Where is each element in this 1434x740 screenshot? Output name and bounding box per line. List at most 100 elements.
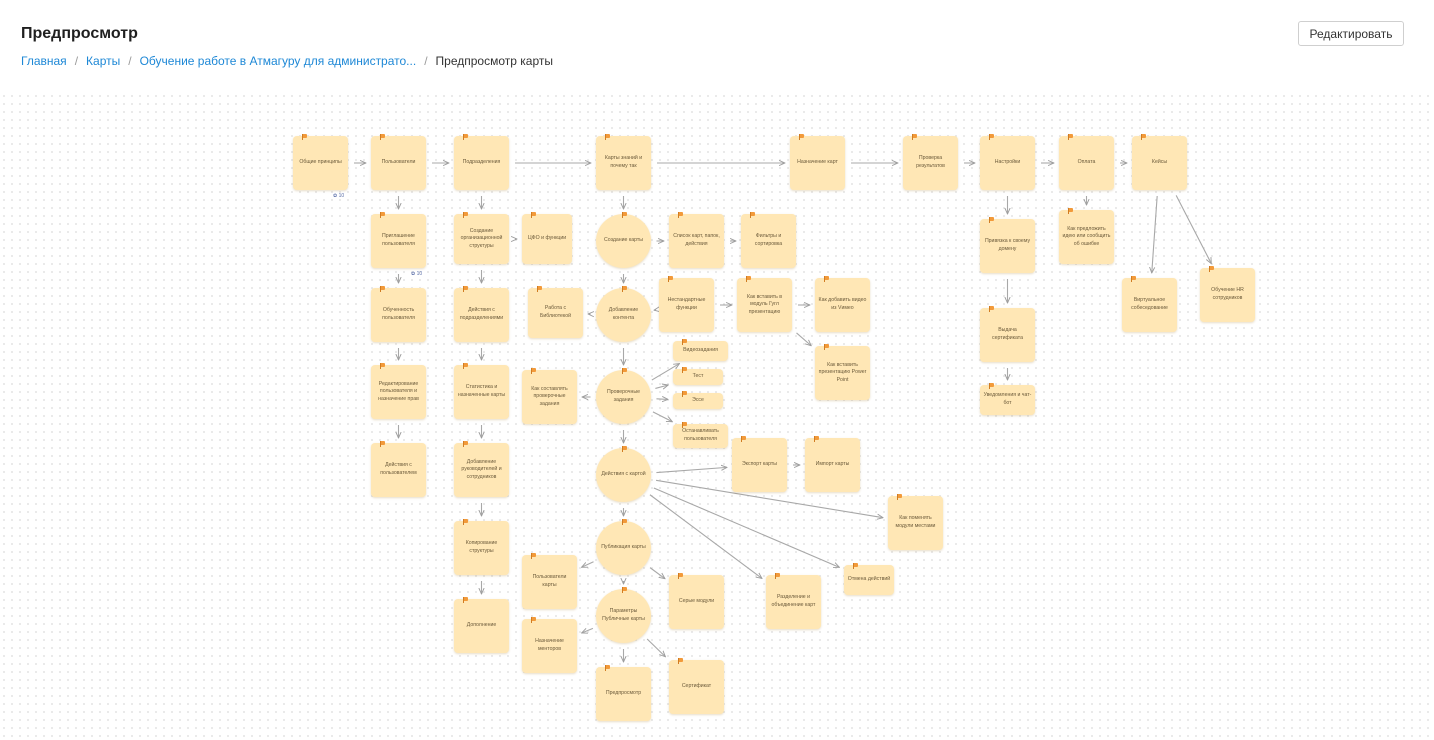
node-add-video[interactable]: Как добавить видео из Vимео — [815, 278, 870, 332]
node-add-managers[interactable]: Добавление руководителей и сотрудников — [454, 443, 509, 497]
node-export-map[interactable]: Экспорт карты — [732, 438, 787, 492]
node-filters[interactable]: Фильтры и сортировка — [741, 214, 796, 268]
node-label: Привязка к своему домену — [984, 238, 1031, 252]
breadcrumb-maps[interactable]: Карты — [86, 54, 120, 68]
node-essay[interactable]: Эссе — [673, 393, 723, 409]
node-label: Сертификат — [681, 683, 712, 690]
node-issue-cert[interactable]: Выдача сертификата — [980, 308, 1035, 362]
node-custom-funcs[interactable]: Нестандартные функции — [659, 278, 714, 332]
node-label: Эссе — [692, 397, 704, 404]
node-grey-modules[interactable]: Серые модули — [669, 575, 724, 629]
node-assign-map[interactable]: Назначение карт — [790, 136, 845, 190]
flag-icon — [531, 617, 536, 623]
node-label: Кейсы — [1151, 159, 1168, 166]
node-divisions[interactable]: Подразделения — [454, 136, 509, 190]
flag-icon — [1068, 134, 1073, 140]
node-label: Выдача сертификата — [991, 327, 1024, 341]
node-map-actions[interactable]: Действия с картой — [596, 448, 651, 502]
node-general[interactable]: Общие принципы — [293, 136, 348, 190]
breadcrumb-separator: / — [74, 54, 79, 68]
flag-icon — [380, 212, 385, 218]
node-virtual-interview[interactable]: Виртуальное собеседование — [1122, 278, 1177, 332]
flag-icon — [824, 344, 829, 350]
breadcrumb-current: Предпросмотр карты — [435, 54, 553, 68]
node-stats[interactable]: Статистика и назначенные карты — [454, 365, 509, 419]
node-test[interactable]: Тест — [673, 369, 723, 385]
node-publish-map[interactable]: Публикация карты — [596, 521, 651, 575]
node-label: Добавление контента — [608, 307, 639, 321]
edit-button[interactable]: Редактировать — [1298, 21, 1404, 46]
breadcrumb-home[interactable]: Главная — [21, 54, 67, 68]
node-copy-struct[interactable]: Копирование структуры — [454, 521, 509, 575]
node-insert-pp[interactable]: Как вставить презентацию Power Point — [815, 346, 870, 400]
rating-badge: ✿ 10 — [411, 271, 423, 277]
node-division-actions[interactable]: Действия с подразделениями — [454, 288, 509, 342]
flag-icon — [621, 212, 627, 218]
page-title: Предпросмотр — [21, 25, 138, 42]
breadcrumb-separator: / — [424, 54, 428, 68]
node-label: Работа с Библиотекой — [539, 305, 572, 319]
node-label: Пользователи карты — [532, 574, 567, 588]
node-map-users[interactable]: Пользователи карты — [522, 555, 577, 609]
node-hr-training[interactable]: Обучение HR сотрудников — [1200, 268, 1255, 322]
node-label: Параметры Публичные карты — [602, 608, 645, 622]
flag-icon — [380, 441, 385, 447]
node-list-maps[interactable]: Список карт, папок, действия — [669, 214, 724, 268]
node-create-map[interactable]: Создание карты — [596, 214, 651, 268]
node-extra[interactable]: Дополнение — [454, 599, 509, 653]
flag-icon — [463, 286, 468, 292]
node-maps-why[interactable]: Карты знаний и почему так — [596, 136, 651, 190]
node-edit-user[interactable]: Редактирование пользователя и назначение… — [371, 365, 426, 419]
node-check-results[interactable]: Проверка результатов — [903, 136, 958, 190]
flag-icon — [678, 658, 683, 664]
node-undo[interactable]: Отмена действий — [844, 565, 894, 595]
node-user-training[interactable]: Обученность пользователя — [371, 288, 426, 342]
node-bind-domain[interactable]: Привязка к своему домену — [980, 219, 1035, 273]
node-create-org[interactable]: Создание организационной структуры — [454, 214, 509, 264]
node-label: Оплата — [1077, 159, 1096, 166]
node-payment[interactable]: Оплата — [1059, 136, 1114, 190]
node-label: Как вставить в модуль Гугл презентацию — [746, 293, 783, 315]
node-notify-bot[interactable]: Уведомления и чат-бот — [980, 385, 1035, 415]
flag-icon — [750, 212, 755, 218]
node-label: Нестандартные функции — [667, 297, 706, 311]
node-public-params[interactable]: Параметры Публичные карты — [596, 589, 651, 643]
node-certificate[interactable]: Сертификат — [669, 660, 724, 714]
rating-badge: ✿ 10 — [333, 193, 345, 199]
node-library[interactable]: Работа с Библиотекой — [528, 288, 583, 338]
node-cases[interactable]: Кейсы — [1132, 136, 1187, 190]
breadcrumb-course[interactable]: Обучение работе в Атмагуру для администр… — [140, 54, 417, 68]
flag-icon — [463, 363, 468, 369]
node-label: Действия с подразделениями — [459, 307, 504, 321]
node-swap-modules[interactable]: Как поменять модули местами — [888, 496, 943, 550]
node-insert-ppt[interactable]: Как вставить в модуль Гугл презентацию — [737, 278, 792, 332]
node-label: Как добавить видео из Vимео — [818, 297, 867, 311]
node-settings[interactable]: Настройки — [980, 136, 1035, 190]
node-add-content[interactable]: Добавление контента — [596, 288, 651, 342]
flag-icon — [668, 276, 673, 282]
node-suggest-idea[interactable]: Как предложить идею или сообщить об ошиб… — [1059, 210, 1114, 264]
node-label: Как предложить идею или сообщить об ошиб… — [1062, 225, 1111, 247]
node-cfo[interactable]: ЦФО и функции — [522, 214, 572, 264]
node-invite-users[interactable]: Приглашение пользователя — [371, 214, 426, 268]
node-split-merge[interactable]: Разделение и объединение карт — [766, 575, 821, 629]
node-user-actions[interactable]: Действия с пользователем — [371, 443, 426, 497]
flag-icon — [989, 306, 994, 312]
node-mentors[interactable]: Назначение менторов — [522, 619, 577, 673]
node-label: Останавливать пользователя — [682, 428, 719, 442]
flag-icon — [912, 134, 917, 140]
flag-icon — [621, 587, 627, 593]
flag-icon — [1131, 276, 1136, 282]
node-import-map[interactable]: Импорт карты — [805, 438, 860, 492]
flag-icon — [853, 563, 858, 569]
map-canvas[interactable] — [0, 92, 1434, 740]
node-users[interactable]: Пользователи — [371, 136, 426, 190]
node-label: Как поменять модули местами — [895, 515, 936, 529]
node-label: Создание карты — [604, 237, 643, 244]
flag-icon — [380, 134, 385, 140]
node-compose-tasks[interactable]: Как составлять проверочные задания — [522, 370, 577, 424]
breadcrumb-separator: / — [128, 54, 132, 68]
flag-icon — [1209, 266, 1214, 272]
node-preview[interactable]: Предпросмотр — [596, 667, 651, 721]
node-check-tasks[interactable]: Проверочные задания — [596, 370, 651, 424]
